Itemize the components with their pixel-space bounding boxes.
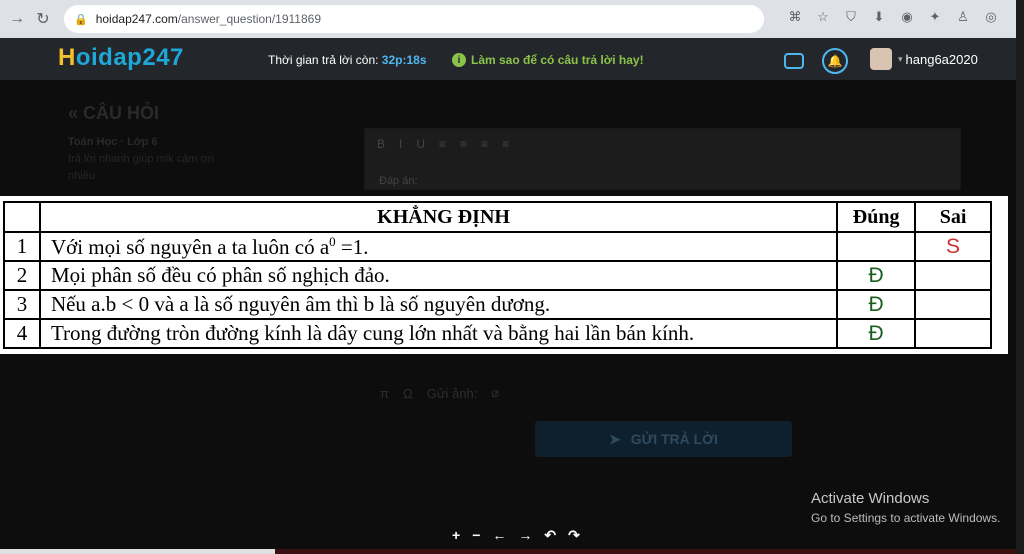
header-number: [3, 201, 41, 233]
windows-activation-watermark: Activate Windows Go to Settings to activ…: [811, 490, 1000, 525]
chevron-down-icon: ▾: [898, 53, 903, 64]
reload-icon[interactable]: ↻: [30, 6, 56, 32]
row-number: 4: [3, 318, 41, 349]
row-claim: Với mọi số nguyên a ta luôn có a0 =1.: [38, 231, 839, 262]
zoom-in-button[interactable]: +: [452, 527, 460, 544]
taskbar-strip: [1016, 0, 1024, 554]
question-panel: « CÂU HỎI Toán Học · Lớp 6 trả lời nhanh…: [68, 103, 328, 185]
download-icon[interactable]: ⬇: [870, 8, 888, 26]
browser-toolbar: → ↻ 🔒 hoidap247.com/answer_question/1911…: [0, 0, 1024, 38]
pasted-table-image: KHẲNG ĐỊNH Đúng Sai 1 Với mọi số nguyên …: [0, 196, 1008, 354]
back-arrow-icon[interactable]: →: [4, 6, 30, 32]
url-host: hoidap247.com: [95, 12, 178, 26]
bottom-strip: [275, 549, 1016, 554]
site-logo[interactable]: Hoidap247: [58, 44, 184, 72]
row-true-mark: Đ: [836, 289, 917, 320]
profile-switch-icon[interactable]: ♙: [954, 8, 972, 26]
rotate-left-button[interactable]: ↶: [544, 527, 556, 544]
row-claim: Mọi phân số đều có phân số nghịch đảo.: [38, 260, 839, 291]
star-icon[interactable]: ☆: [814, 8, 832, 26]
timer-value: 32p:18s: [381, 53, 427, 67]
progress-strip: [0, 549, 275, 554]
shield-icon[interactable]: ⛉: [842, 8, 860, 26]
bell-icon[interactable]: 🔔: [822, 48, 848, 74]
align-center-button[interactable]: ≡: [460, 137, 467, 151]
site-header: Hoidap247 Thời gian trả lời còn: 32p:18s…: [0, 38, 1016, 80]
answer-timer: Thời gian trả lời còn: 32p:18s: [268, 53, 427, 67]
puzzle-icon[interactable]: ✦: [926, 8, 944, 26]
attach-image-label[interactable]: Gửi ảnh:: [427, 386, 478, 401]
row-number: 1: [3, 231, 41, 262]
table-row: 1 Với mọi số nguyên a ta luôn có a0 =1. …: [3, 231, 992, 262]
pi-button[interactable]: π: [380, 386, 389, 401]
lock-icon: 🔒: [74, 13, 88, 26]
row-true-mark: Đ: [836, 260, 917, 291]
header-true: Đúng: [836, 201, 917, 233]
align-right-button[interactable]: ≡: [481, 137, 488, 151]
row-number: 2: [3, 260, 41, 291]
italic-button[interactable]: I: [399, 137, 402, 151]
row-false-mark: S: [914, 231, 992, 262]
header-claim: KHẲNG ĐỊNH: [38, 201, 839, 233]
send-icon: ➤: [608, 430, 621, 447]
avatar: [870, 48, 892, 70]
url-path: /answer_question/1911869: [177, 12, 321, 26]
row-false-mark: [914, 289, 992, 320]
address-bar[interactable]: 🔒 hoidap247.com/answer_question/1911869: [64, 5, 764, 33]
editor-toolbar: B I U ≡ ≡ ≡ ≡: [365, 129, 960, 159]
question-text: trả lời nhanh giúp mik cảm ơn nhiều: [68, 153, 214, 182]
claims-table: KHẲNG ĐỊNH Đúng Sai 1 Với mọi số nguyên …: [3, 201, 992, 349]
submit-answer-button[interactable]: ➤ GỬI TRẢ LỜI: [535, 421, 792, 457]
justify-button[interactable]: ≡: [502, 137, 509, 151]
row-true-mark: [836, 231, 917, 262]
activation-title: Activate Windows: [811, 490, 930, 507]
translate-icon[interactable]: ⌘: [786, 8, 804, 26]
color-extension-icon[interactable]: ◉: [898, 8, 916, 26]
tip-link[interactable]: i Làm sao để có câu trả lời hay!: [452, 53, 644, 67]
account-icon[interactable]: ◎: [982, 8, 1000, 26]
omega-button[interactable]: Ω: [403, 386, 413, 401]
row-false-mark: [914, 318, 992, 349]
underline-button[interactable]: U: [416, 137, 425, 151]
extension-icons: ⌘ ☆ ⛉ ⬇ ◉ ✦ ♙ ◎: [786, 8, 1000, 26]
next-button[interactable]: →: [518, 527, 532, 544]
answer-editor[interactable]: B I U ≡ ≡ ≡ ≡ Đáp án:: [364, 128, 961, 190]
paperclip-icon[interactable]: ⌀: [491, 385, 499, 401]
user-menu[interactable]: ▾ hang6a2020: [870, 48, 978, 70]
align-left-button[interactable]: ≡: [439, 137, 446, 151]
activation-subtitle: Go to Settings to activate Windows.: [811, 511, 1001, 525]
row-claim: Trong đường tròn đường kính là dây cung …: [38, 318, 839, 349]
insert-toolbar: π Ω Gửi ảnh: ⌀: [364, 378, 961, 408]
question-title[interactable]: « CÂU HỎI: [68, 103, 328, 124]
previous-button[interactable]: ←: [492, 527, 506, 544]
table-row: 2 Mọi phân số đều có phân số nghịch đảo.…: [3, 260, 992, 291]
table-row: 4 Trong đường tròn đường kính là dây cun…: [3, 318, 992, 349]
row-claim: Nếu a.b < 0 và a là số nguyên âm thì b l…: [38, 289, 839, 320]
row-false-mark: [914, 260, 992, 291]
table-row: 3 Nếu a.b < 0 và a là số nguyên âm thì b…: [3, 289, 992, 320]
chat-icon[interactable]: [784, 53, 804, 69]
zoom-out-button[interactable]: −: [472, 527, 480, 544]
question-subject: Toán Học · Lớp 6: [68, 136, 158, 148]
rotate-right-button[interactable]: ↷: [568, 527, 580, 544]
row-true-mark: Đ: [836, 318, 917, 349]
table-header-row: KHẲNG ĐỊNH Đúng Sai: [3, 201, 992, 233]
bold-button[interactable]: B: [377, 137, 385, 151]
submit-label: GỬI TRẢ LỜI: [630, 431, 719, 447]
header-false: Sai: [914, 201, 992, 233]
username: hang6a2020: [905, 51, 978, 67]
image-viewer-controls: + − ← → ↶ ↷: [452, 527, 580, 544]
row-number: 3: [3, 289, 41, 320]
editor-placeholder: Đáp án:: [379, 175, 418, 187]
info-icon: i: [452, 53, 466, 67]
